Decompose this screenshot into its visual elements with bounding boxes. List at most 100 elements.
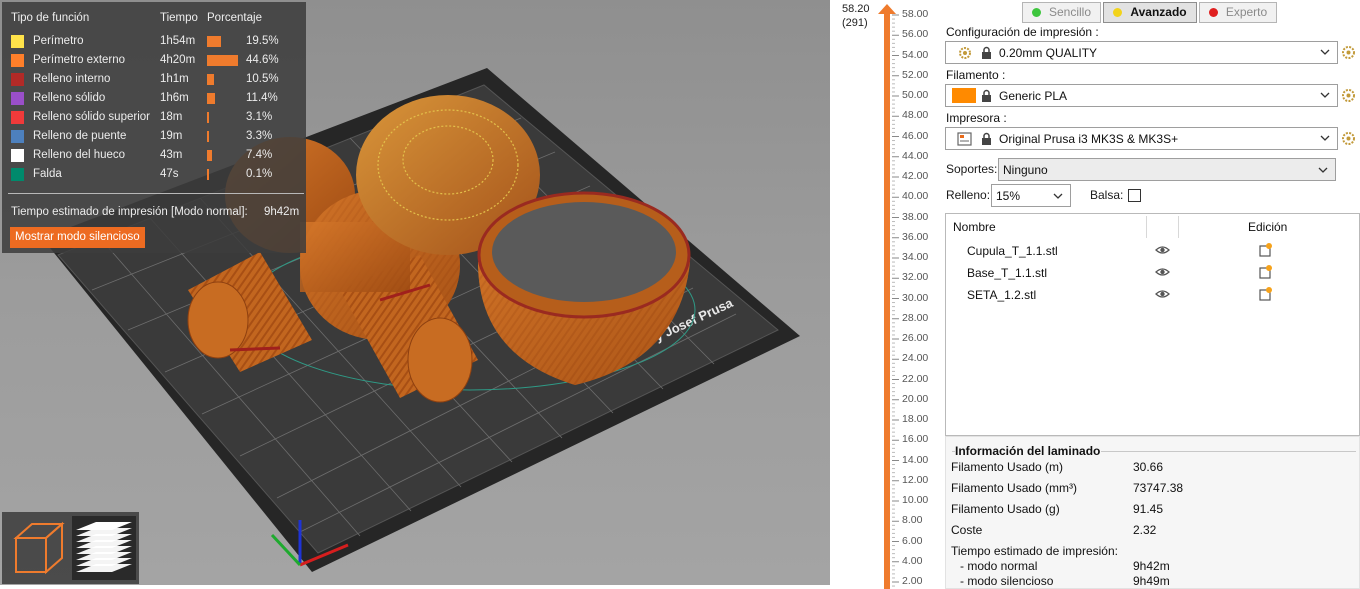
supports-combo[interactable]: Ninguno [998,158,1336,181]
object-list[interactable]: Nombre Edición Cupula_T_1.1.stl Base_T_1.… [945,213,1360,436]
legend-feature-time: 18m [160,111,183,123]
filament-combo[interactable]: Generic PLA [945,84,1338,107]
chevron-down-icon [1053,193,1063,199]
slice-info-title: Información del laminado [955,444,1101,458]
mode-simple-label: Sencillo [1048,5,1092,19]
object-list-header-edit: Edición [1248,220,1288,234]
filament-color-swatch[interactable] [952,88,976,103]
layers-view-button[interactable] [72,516,136,580]
supports-value: Ninguno [1003,163,1048,177]
legend-swatch [11,149,24,162]
supports-row: Soportes: Ninguno [946,158,1356,182]
slice-info-value: 91.45 [1133,502,1164,516]
object-list-item[interactable]: Base_T_1.1.stl [946,262,1359,284]
legend-feature-percent: 3.1% [246,111,273,123]
eye-icon[interactable] [1155,266,1170,278]
layer-height-label: 42.00 [902,170,929,182]
layer-height-label: 14.00 [902,453,929,466]
legend-row: Relleno de puente 19m 3.3% [2,127,306,146]
slice-info-key: Filamento Usado (mm³) [951,481,1078,495]
layer-height-label: 28.00 [902,311,929,324]
legend-percent-bar [207,150,212,161]
layers-view-icon [76,522,132,572]
layer-height-label: 38.00 [902,210,929,223]
3d-viewport[interactable]: by Josef Prusa Tipo de función Tiempo Po… [0,0,830,585]
layer-height-label: 4.00 [902,554,923,567]
object-list-item[interactable]: SETA_1.2.stl [946,284,1359,306]
legend-feature-time: 1h6m [160,92,189,104]
filament-edit-gear-icon[interactable] [1341,88,1356,103]
mode-simple-dot-icon [1031,8,1041,17]
print-config-combo[interactable]: 0.20mm QUALITY [945,41,1338,64]
3d-view-icon [13,521,65,575]
infill-combo[interactable]: 15% [991,184,1071,207]
legend-feature-percent: 7.4% [246,149,273,161]
layer-height-label: 44.00 [902,149,929,162]
settings-sidebar: Sencillo Avanzado Experto Configuración … [942,0,1360,589]
legend-percent-bar [207,169,209,180]
layer-height-label: 30.00 [902,291,929,304]
chevron-down-icon [1320,49,1330,55]
legend-swatch [11,111,24,124]
legend-header-feature: Tipo de función [11,12,90,24]
legend-swatch [11,73,24,86]
eye-icon[interactable] [1155,244,1170,256]
eye-icon[interactable] [1155,288,1170,300]
printer-edit-gear-icon[interactable] [1341,131,1356,146]
layer-slider[interactable]: 58.20 (291) 58.00 56.00 54.00 52.00 50.00 48.… [832,0,942,589]
layer-height-label: 2.00 [902,575,923,587]
edit-object-icon[interactable] [1259,242,1273,257]
layer-height-label: 8.00 [902,514,923,527]
slice-info-row: Coste 2.32 [951,523,1351,539]
printer-icon [957,132,972,146]
legend-feature-name: Perímetro externo [33,54,126,66]
mode-expert-button[interactable]: Experto [1199,2,1277,23]
chevron-down-icon [1318,167,1328,173]
3d-view-button[interactable] [6,516,70,580]
legend-feature-percent: 10.5% [246,73,279,85]
object-list-item[interactable]: Cupula_T_1.1.stl [946,240,1359,262]
silent-mode-value: 9h49m [1133,574,1170,588]
view-toggle [2,512,139,584]
legend-row: Perímetro externo 4h20m 44.6% [2,51,306,70]
object-list-header-name: Nombre [953,220,996,234]
legend-feature-percent: 0.1% [246,168,273,180]
layer-height-label: 50.00 [902,89,929,101]
print-config-edit-gear-icon[interactable] [1341,45,1356,60]
legend-feature-name: Relleno sólido superior [33,111,150,123]
edit-object-icon[interactable] [1259,286,1273,301]
legend-separator [8,193,304,194]
printer-value: Original Prusa i3 MK3S & MK3S+ [999,132,1179,146]
legend-row: Relleno sólido superior 18m 3.1% [2,108,306,127]
mode-advanced-button[interactable]: Avanzado [1103,2,1197,23]
chevron-down-icon [1320,135,1330,141]
legend-row: Perímetro 1h54m 19.5% [2,32,306,51]
slice-info-panel: Información del laminado Filamento Usado… [945,436,1360,589]
layer-height-label: 10.00 [902,494,929,506]
object-name: Cupula_T_1.1.stl [967,244,1058,258]
legend-row: Relleno sólido 1h6m 11.4% [2,89,306,108]
printer-combo[interactable]: Original Prusa i3 MK3S & MK3S+ [945,127,1338,150]
slice-info-key: Filamento Usado (m) [951,460,1064,474]
object-name: SETA_1.2.stl [967,288,1037,302]
brim-checkbox[interactable] [1128,189,1141,202]
lock-icon [982,46,991,59]
mode-simple-button[interactable]: Sencillo [1022,2,1101,23]
supports-label: Soportes: [946,162,998,176]
slice-info-key: Filamento Usado (g) [951,502,1060,516]
legend-row: Relleno interno 1h1m 10.5% [2,70,306,89]
show-silent-mode-button[interactable]: Mostrar modo silencioso [10,227,145,248]
legend-swatch [11,54,24,67]
legend-percent-bar [207,36,221,47]
edit-object-icon[interactable] [1259,264,1273,279]
slice-info-row: Filamento Usado (g) 91.45 [951,502,1351,518]
layer-height-label: 34.00 [902,251,929,263]
mode-advanced-label: Avanzado [1130,5,1187,19]
print-config-label: Configuración de impresión : [946,25,1099,39]
legend-feature-time: 1h54m [160,35,196,47]
object-name: Base_T_1.1.stl [967,266,1048,280]
legend-feature-name: Relleno interno [33,73,111,85]
legend-row: Relleno del hueco 43m 7.4% [2,146,306,165]
layer-height-label: 40.00 [902,190,929,203]
layer-height-label: 54.00 [902,48,929,61]
